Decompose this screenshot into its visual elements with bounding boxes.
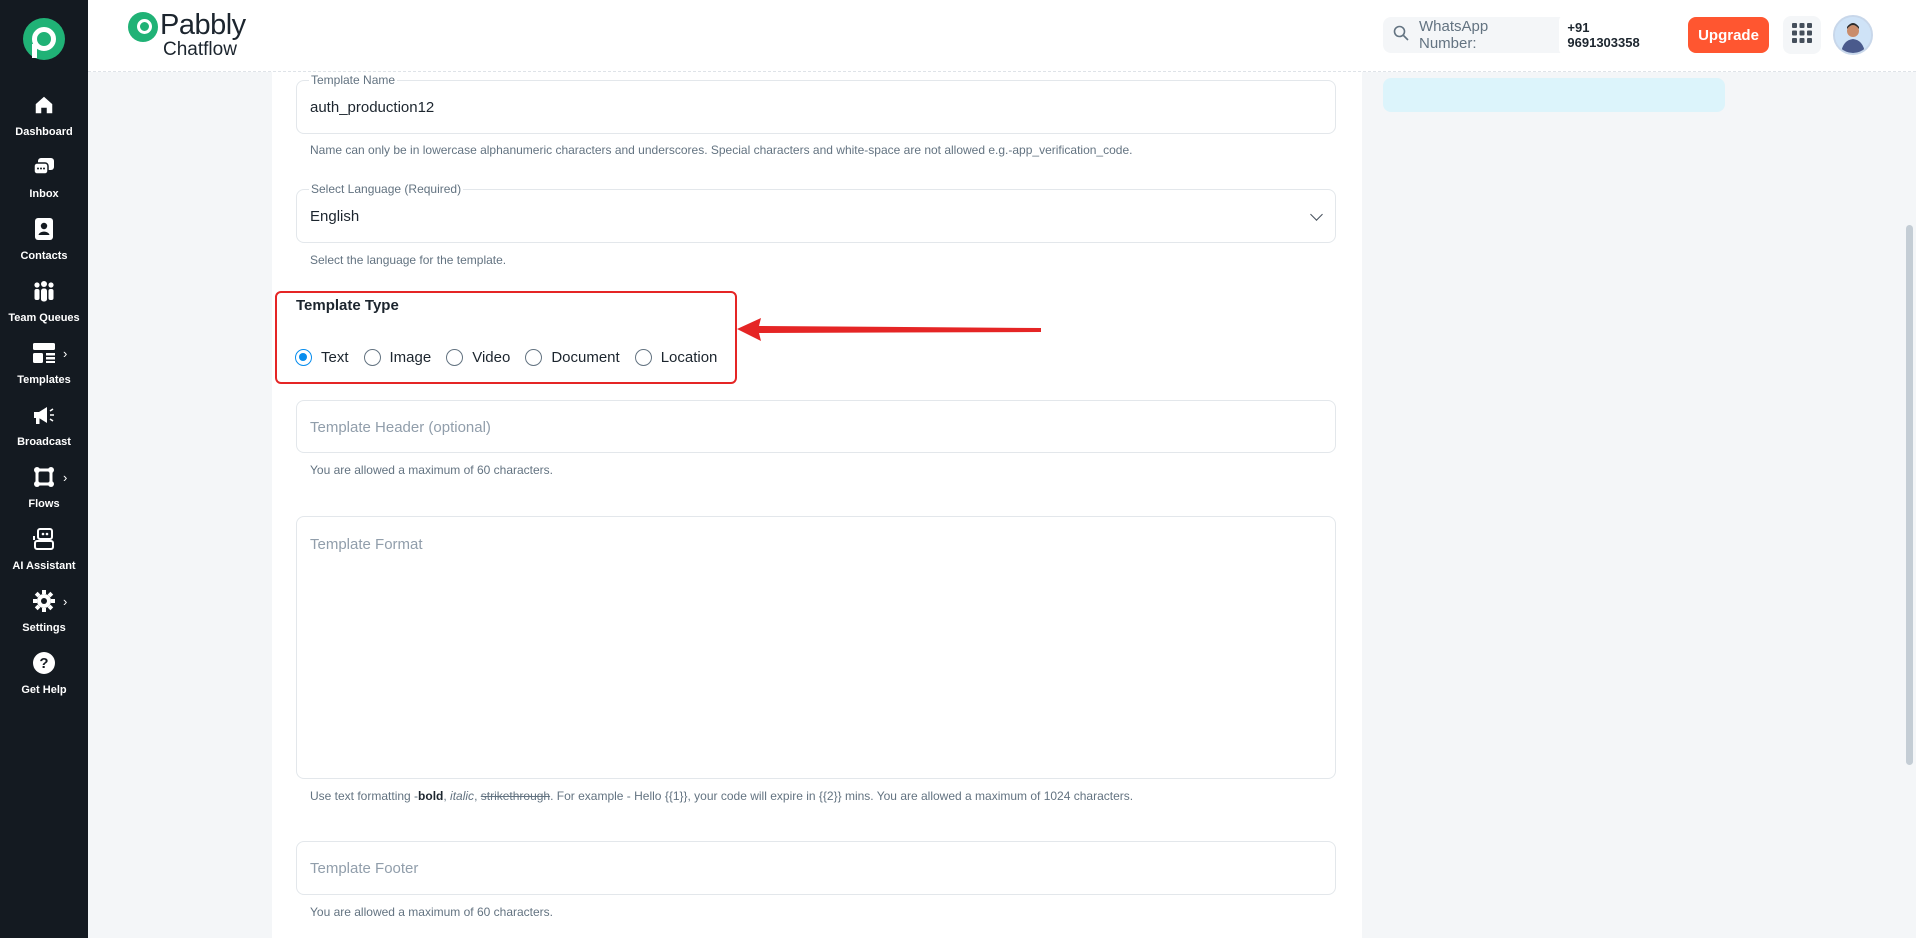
sidebar: Dashboard Inbox Contacts Team Queues Tem…	[0, 0, 88, 938]
template-format-helper: Use text formatting -bold, italic, strik…	[310, 789, 1133, 803]
radio-unchecked-icon[interactable]	[363, 349, 381, 366]
sidebar-item-team-queues[interactable]: Team Queues	[0, 272, 88, 332]
sidebar-item-label: Settings	[22, 622, 66, 634]
robot-assistant-icon	[31, 526, 57, 552]
sidebar-item-dashboard[interactable]: Dashboard	[0, 86, 88, 146]
apps-grid-button[interactable]	[1783, 16, 1821, 54]
radio-checked-icon[interactable]	[295, 349, 312, 366]
info-banner	[1383, 78, 1725, 112]
flow-nodes-icon	[31, 464, 57, 490]
red-arrow-annotation	[737, 318, 1041, 341]
sidebar-item-inbox[interactable]: Inbox	[0, 148, 88, 208]
team-icon	[31, 278, 57, 304]
home-icon	[31, 92, 57, 118]
radio-image[interactable]: Image	[363, 349, 432, 366]
sidebar-item-label: Dashboard	[15, 126, 73, 138]
template-header-field[interactable]: Template Header (optional)	[296, 400, 1336, 453]
template-name-field[interactable]: Template Name auth_production12	[296, 73, 1336, 134]
template-name-input[interactable]: auth_production12	[310, 99, 434, 116]
template-footer-input[interactable]: Template Footer	[310, 860, 418, 877]
format-helper-italic: italic	[450, 789, 475, 803]
brand-name: Pabbly	[160, 9, 246, 41]
template-name-label: Template Name	[309, 73, 398, 87]
top-header: Pabbly Chatflow WhatsApp Number: +91 969…	[88, 0, 1916, 72]
language-select[interactable]: Select Language (Required) English	[296, 182, 1336, 243]
template-type-radio-group: Text Image Video Document Location	[295, 349, 732, 366]
upgrade-button[interactable]: Upgrade	[1688, 17, 1769, 53]
radio-video[interactable]: Video	[446, 349, 510, 366]
sidebar-item-contacts[interactable]: Contacts	[0, 210, 88, 270]
radio-location[interactable]: Location	[634, 349, 718, 366]
brand-subtitle: Chatflow	[163, 39, 237, 60]
template-footer-field[interactable]: Template Footer	[296, 841, 1336, 895]
page-scrollbar[interactable]	[1906, 225, 1913, 765]
language-helper: Select the language for the template.	[310, 253, 507, 267]
search-icon	[1393, 25, 1409, 46]
contact-book-icon	[31, 216, 57, 242]
user-avatar[interactable]	[1833, 15, 1873, 55]
help-circle-icon: ?	[31, 650, 57, 676]
sidebar-item-get-help[interactable]: ? Get Help	[0, 644, 88, 704]
whatsapp-number-search[interactable]: WhatsApp Number: +91 9691303358	[1383, 15, 1673, 55]
template-form-card: Template Name auth_production12 Name can…	[272, 72, 1362, 938]
chat-bubbles-icon	[31, 154, 57, 180]
sidebar-item-templates[interactable]: Templates ›	[0, 334, 88, 394]
pabbly-logo[interactable]	[23, 18, 65, 60]
sidebar-item-flows[interactable]: Flows ›	[0, 458, 88, 518]
whatsapp-number-label: WhatsApp Number:	[1419, 18, 1489, 52]
sidebar-item-settings[interactable]: Settings ›	[0, 582, 88, 642]
radio-label: Text	[321, 349, 349, 366]
radio-unchecked-icon[interactable]	[634, 349, 652, 366]
sidebar-item-label: AI Assistant	[12, 560, 76, 572]
sidebar-item-label: Inbox	[29, 188, 59, 200]
pabbly-p-icon	[128, 12, 158, 42]
sidebar-item-label: Contacts	[20, 250, 68, 262]
language-label: Select Language (Required)	[309, 182, 464, 196]
chevron-down-icon	[1310, 208, 1323, 221]
template-layout-icon	[31, 340, 57, 366]
radio-unchecked-icon[interactable]	[525, 349, 543, 366]
sidebar-item-label: Team Queues	[8, 312, 80, 324]
sidebar-item-ai-assistant[interactable]: AI Assistant	[0, 520, 88, 580]
apps-grid-icon	[1792, 22, 1812, 48]
gear-icon	[31, 588, 57, 614]
format-helper-suffix: . For example - Hello {{1}}, your code w…	[550, 789, 1134, 803]
radio-label: Video	[472, 349, 511, 366]
format-helper-separator: ,	[474, 789, 481, 803]
template-name-helper: Name can only be in lowercase alphanumer…	[310, 143, 1133, 157]
template-type-title: Template Type	[296, 297, 399, 314]
whatsapp-number-value: +91 9691303358	[1559, 15, 1673, 55]
format-helper-prefix: Use text formatting -	[310, 789, 419, 803]
language-selected-value: English	[310, 208, 360, 225]
sidebar-item-label: Flows	[28, 498, 60, 510]
template-header-helper: You are allowed a maximum of 60 characte…	[310, 463, 554, 477]
svg-text:?: ?	[39, 655, 48, 672]
format-helper-bold: bold	[418, 789, 444, 803]
radio-unchecked-icon[interactable]	[446, 349, 464, 366]
template-format-field[interactable]: Template Format	[296, 516, 1336, 779]
radio-document[interactable]: Document	[525, 349, 620, 366]
template-format-textarea[interactable]: Template Format	[310, 536, 423, 553]
sidebar-item-label: Templates	[17, 374, 71, 386]
radio-label: Document	[551, 349, 620, 366]
radio-label: Location	[660, 349, 718, 366]
chevron-right-icon: ›	[63, 470, 68, 485]
brand-logo[interactable]: Pabbly Chatflow	[128, 10, 246, 60]
megaphone-icon	[31, 402, 57, 428]
radio-label: Image	[389, 349, 432, 366]
right-panel	[1362, 72, 1916, 938]
template-header-input[interactable]: Template Header (optional)	[310, 419, 491, 436]
sidebar-item-label: Broadcast	[17, 436, 71, 448]
template-footer-helper: You are allowed a maximum of 60 characte…	[310, 905, 554, 919]
sidebar-item-label: Get Help	[21, 684, 67, 696]
sidebar-item-broadcast[interactable]: Broadcast	[0, 396, 88, 456]
chevron-right-icon: ›	[63, 594, 68, 609]
format-helper-strikethrough: strikethrough	[480, 789, 551, 803]
radio-text[interactable]: Text	[295, 349, 349, 366]
chevron-right-icon: ›	[63, 346, 68, 361]
